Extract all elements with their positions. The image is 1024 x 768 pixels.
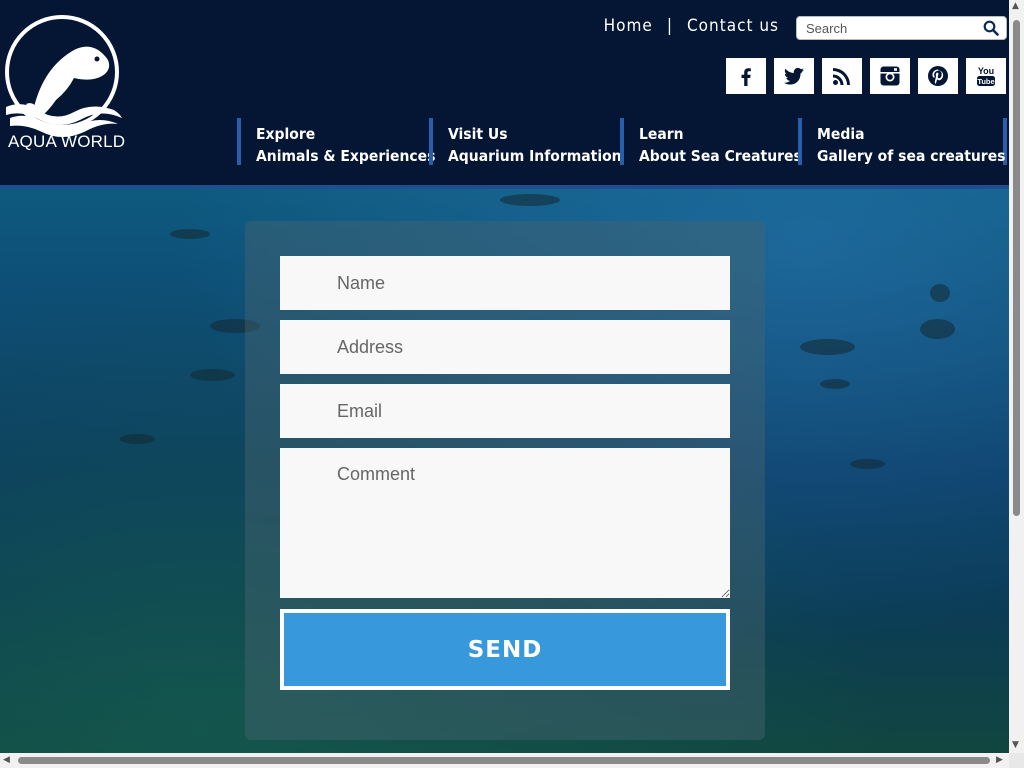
name-field[interactable] <box>280 256 730 310</box>
fish-silhouette <box>170 229 210 239</box>
twitter-icon <box>784 67 804 85</box>
nav-item-subtitle: About Sea Creatures <box>639 147 802 165</box>
home-link[interactable]: Home <box>604 16 653 36</box>
nav-item-media[interactable]: Media Gallery of sea creatures <box>798 118 1007 165</box>
page: SEND AQUA WORLD Home | Contact us <box>0 0 1009 753</box>
nav-item-title: Explore <box>256 125 316 143</box>
comment-field[interactable] <box>280 448 730 598</box>
nav-item-title: Learn <box>639 125 684 143</box>
nav-item-learn[interactable]: Learn About Sea Creatures <box>620 118 802 165</box>
pinterest-button[interactable] <box>918 58 958 94</box>
scroll-down-icon[interactable]: ▼ <box>1012 740 1019 750</box>
nav-item-title: Media <box>817 125 865 143</box>
twitter-button[interactable] <box>774 58 814 94</box>
top-links: Home | Contact us <box>604 16 779 36</box>
svg-text:Tube: Tube <box>977 77 994 86</box>
address-field[interactable] <box>280 320 730 374</box>
rss-button[interactable] <box>822 58 862 94</box>
nav-item-subtitle: Aquarium Information <box>448 147 622 165</box>
instagram-icon <box>880 66 900 86</box>
pinterest-icon <box>928 66 948 86</box>
fish-silhouette <box>920 319 955 339</box>
youtube-icon: You Tube <box>977 66 995 86</box>
nav-item-subtitle: Gallery of sea creatures <box>817 147 1006 165</box>
social-links: You Tube <box>726 58 1006 94</box>
instagram-button[interactable] <box>870 58 910 94</box>
nav-item-visit-us[interactable]: Visit Us Aquarium Information <box>429 118 622 165</box>
brand-name: AQUA WORLD <box>8 132 126 151</box>
facebook-icon <box>741 68 751 86</box>
scrollbar-corner <box>1009 753 1024 768</box>
fish-silhouette <box>800 339 855 355</box>
vertical-scroll-thumb[interactable] <box>1013 20 1020 516</box>
nav-item-title: Visit Us <box>448 125 508 143</box>
youtube-button[interactable]: You Tube <box>966 58 1006 94</box>
send-button[interactable]: SEND <box>280 609 730 690</box>
main-nav: Explore Animals & Experiences Visit Us A… <box>237 118 1007 165</box>
search-icon[interactable] <box>983 20 999 36</box>
fish-silhouette <box>930 284 950 302</box>
vertical-scrollbar[interactable]: ▲ ▼ <box>1009 0 1024 753</box>
scroll-right-icon[interactable]: ▶ <box>996 755 1003 765</box>
fish-silhouette <box>820 379 850 389</box>
scroll-up-icon[interactable]: ▲ <box>1012 1 1019 11</box>
contact-link[interactable]: Contact us <box>687 16 779 36</box>
nav-item-subtitle: Animals & Experiences <box>256 147 436 165</box>
fish-silhouette <box>850 459 885 469</box>
horizontal-scrollbar[interactable]: ◀ ▶ <box>0 753 1009 768</box>
fish-silhouette <box>190 369 235 381</box>
email-field[interactable] <box>280 384 730 438</box>
fish-silhouette <box>500 194 560 206</box>
rss-icon <box>833 68 850 85</box>
svg-text:You: You <box>978 66 994 76</box>
fish-silhouette <box>120 434 155 444</box>
facebook-button[interactable] <box>726 58 766 94</box>
search-input[interactable] <box>797 17 981 39</box>
site-header: AQUA WORLD Home | Contact us Search You … <box>0 0 1009 189</box>
search-box <box>796 16 1007 40</box>
nav-item-explore[interactable]: Explore Animals & Experiences <box>237 118 436 165</box>
scroll-left-icon[interactable]: ◀ <box>3 755 10 765</box>
horizontal-scroll-thumb[interactable] <box>18 757 990 764</box>
link-separator: | <box>666 16 673 36</box>
